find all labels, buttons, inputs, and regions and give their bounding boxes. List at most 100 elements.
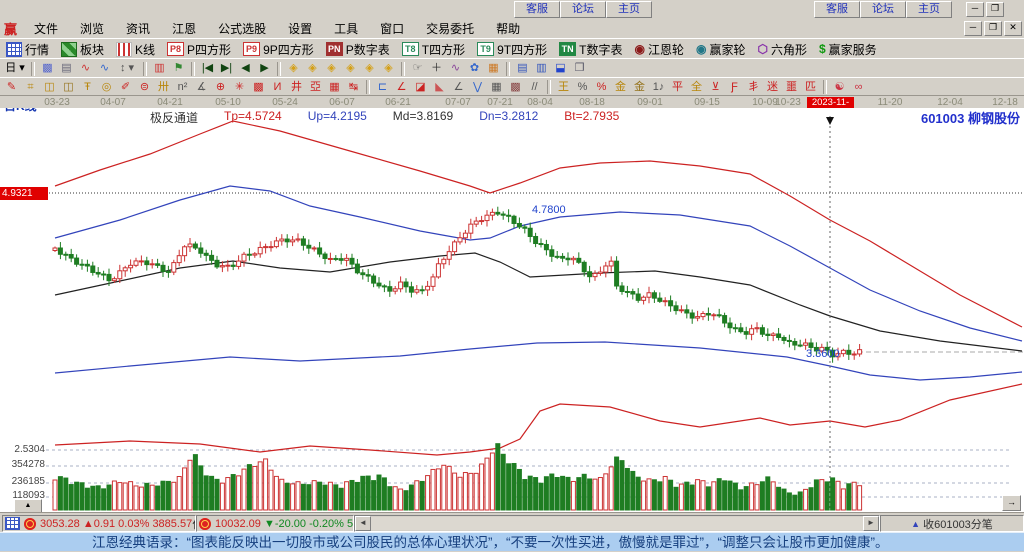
child-restore-button[interactable]: ❐ [984,21,1002,36]
flat-icon[interactable]: 平 [668,79,687,96]
marker-pen-icon[interactable]: ✐ [116,79,135,96]
well-icon[interactable]: 井 [287,79,306,96]
calendar-icon[interactable]: ▦ [484,60,503,77]
spiral-icon[interactable]: ◎ [97,79,116,96]
chart-scrollbar[interactable]: ◄ ► [354,515,880,532]
scrollbar-track[interactable] [371,517,863,530]
asterisk-icon[interactable]: ✳ [230,79,249,96]
scroll-right-chart-button[interactable]: → [1002,495,1021,511]
period-selector[interactable]: 日 ▾ [2,60,28,77]
zigzag-icon[interactable]: ∿ [446,60,465,77]
chart-area[interactable]: 江恩工具软件 QQ:100800360 赢家聊吧 财赢 日K线 极反通道 Tp=… [0,108,1024,512]
child-minimize-button[interactable]: ─ [964,21,982,36]
titlebar-right-link-0[interactable]: 客服 [814,1,860,18]
circle-lines-icon[interactable]: ⊜ [135,79,154,96]
king-icon[interactable]: 王 [554,79,573,96]
menu-item-7[interactable]: 窗口 [369,20,415,37]
gann-grid-icon[interactable]: ⌗ [21,79,40,96]
gold2-icon[interactable]: 金 [630,79,649,96]
board-icon[interactable]: ▤ [57,60,76,77]
first-bar-icon[interactable]: |◀ [198,60,217,77]
pi-icon[interactable]: 匹 [801,79,820,96]
toolbar-item-hexagon[interactable]: ⬡ 六角形 [751,41,813,58]
mi-icon[interactable]: 迷 [763,79,782,96]
window-minimize-button[interactable]: ─ [966,2,984,17]
block-red-icon[interactable]: 亞 [306,79,325,96]
report-icon[interactable]: ▥ [532,60,551,77]
pen-tool-icon[interactable]: ✎ [2,79,21,96]
toolbar-item-t-number-table[interactable]: TN T数字表 [553,41,628,58]
menu-item-2[interactable]: 资讯 [115,20,161,37]
e-grid-icon[interactable]: 噩 [782,79,801,96]
flag-icon[interactable]: ⚑ [169,60,188,77]
n-square-icon[interactable]: n² [173,79,192,96]
percent-icon[interactable]: % [573,79,592,96]
titlebar-link-2[interactable]: 主页 [606,1,652,18]
toolbar-item-p-square[interactable]: P8 P四方形 [161,41,237,58]
truck-icon[interactable]: ❒ [570,60,589,77]
span-icon[interactable]: ↹ [344,79,363,96]
toolbar-item-kline[interactable]: K线 [110,41,161,58]
menu-item-0[interactable]: 文件 [23,20,69,37]
angle-icon[interactable]: ∠ [449,79,468,96]
zoom-diamond-5-icon[interactable]: ◈ [360,60,379,77]
window-restore-button[interactable]: ❐ [986,2,1004,17]
toolbar-item-gann-wheel[interactable]: ◉ 江恩轮 [628,41,690,58]
save-icon[interactable]: ⬓ [551,60,570,77]
crosshair-icon[interactable]: ＋ [427,60,446,77]
n-wave-icon[interactable]: И [268,79,287,96]
menu-item-4[interactable]: 公式选股 [207,20,277,37]
yinyang-icon[interactable]: ☯ [830,79,849,96]
menu-item-1[interactable]: 浏览 [69,20,115,37]
menu-item-8[interactable]: 交易委托 [415,20,485,37]
menu-item-6[interactable]: 工具 [323,20,369,37]
last-bar-icon[interactable]: ▶| [217,60,236,77]
menu-item-5[interactable]: 设置 [277,20,323,37]
titlebar-link-0[interactable]: 客服 [514,1,560,18]
zoom-diamond-6-icon[interactable]: ◈ [379,60,398,77]
chart-canvas[interactable] [0,108,1024,512]
scrollbar-left-button[interactable]: ◄ [355,516,371,531]
parallel-icon[interactable]: // [525,79,544,96]
infinity-icon[interactable]: ∞ [849,79,868,96]
next-bar-icon[interactable]: ▶ [255,60,274,77]
scale-selector[interactable]: ↕ ▾ [114,60,140,77]
gann-square-icon[interactable]: ◫ [40,79,59,96]
t-line-icon[interactable]: Ŧ [78,79,97,96]
image-tool-icon[interactable]: ▩ [38,60,57,77]
quan-icon[interactable]: 全 [687,79,706,96]
wave-blue-icon[interactable]: ∿ [95,60,114,77]
prev-bar-icon[interactable]: ◀ [236,60,255,77]
bracket-icon[interactable]: ⊏ [373,79,392,96]
toolbar-item-p-number-table[interactable]: PN P数字表 [320,41,396,58]
gann-square2-icon[interactable]: ◫ [59,79,78,96]
toolbar-item-quotes[interactable]: 行情 [0,41,55,58]
gann-fan-icon[interactable]: ∠ [392,79,411,96]
titlebar-right-link-2[interactable]: 主页 [906,1,952,18]
gold-icon[interactable]: 金 [611,79,630,96]
kline-style-icon[interactable]: ▥ [150,60,169,77]
zoom-diamond-2-icon[interactable]: ◈ [303,60,322,77]
hand-tool-icon[interactable]: ☞ [408,60,427,77]
titlebar-right-link-1[interactable]: 论坛 [860,1,906,18]
bars-gold-icon[interactable]: 卅 [154,79,173,96]
triangle-icon[interactable]: ◣ [430,79,449,96]
xor-icon[interactable]: ⊻ [706,79,725,96]
vee-icon[interactable]: ⋁ [468,79,487,96]
grid-gray-icon[interactable]: ▦ [487,79,506,96]
angle-a-icon[interactable]: ∡ [192,79,211,96]
toolbar-item-winner-service[interactable]: $ 赢家服务 [813,41,883,58]
lattice-icon[interactable]: ▦ [325,79,344,96]
toolbar-item-9t-square[interactable]: T9 9T四方形 [471,41,553,58]
note-icon[interactable]: 1♪ [649,79,668,96]
grid-dark-icon[interactable]: ▩ [506,79,525,96]
percent-red-icon[interactable]: % [592,79,611,96]
half-square-icon[interactable]: ◪ [411,79,430,96]
toolbar-item-sectors[interactable]: 板块 [55,41,110,58]
menu-item-9[interactable]: 帮助 [485,20,531,37]
circle-cross-icon[interactable]: ⊕ [211,79,230,96]
expand-indicator-button[interactable]: ▲ [14,499,42,512]
calculator-icon[interactable]: ▤ [513,60,532,77]
toolbar-item-t-square[interactable]: T8 T四方形 [396,41,471,58]
toolbar-item-winner-wheel[interactable]: ◉ 赢家轮 [690,41,752,58]
